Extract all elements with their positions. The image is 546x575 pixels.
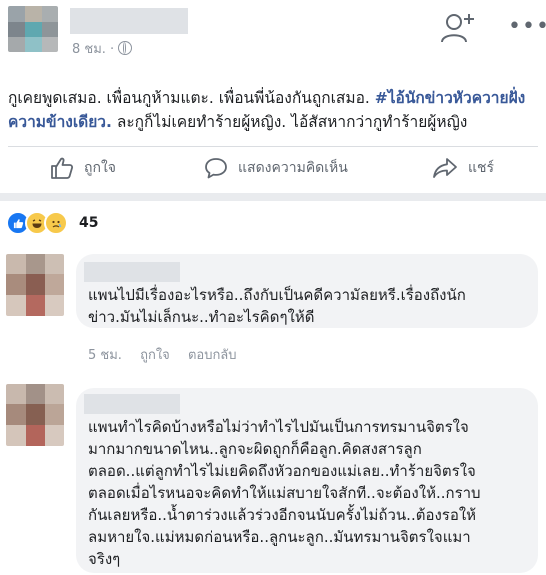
comment-like-link[interactable]: ถูกใจ — [140, 348, 170, 363]
comment-button[interactable]: แสดงความคิดเห็น — [204, 152, 348, 184]
reactions-summary[interactable]: 45 — [6, 210, 98, 236]
comment-time[interactable]: 5 ชม. — [88, 348, 122, 363]
reaction-count: 45 — [79, 215, 99, 231]
post-timestamp[interactable]: 8 ชม. · — [72, 38, 133, 59]
comment-text: แพนทำไรคิดบ้างหรือไม่ว่าทำไรไปมันเป็นการ… — [88, 418, 481, 568]
poster-avatar[interactable] — [8, 6, 58, 52]
section-gap — [0, 193, 546, 201]
comment-text: แพนไปมีเรื่องอะไรหรือ..ถึงกับเป็นคดีความ… — [88, 286, 466, 326]
poster-name-redacted[interactable] — [70, 8, 188, 34]
commenter-name-redacted[interactable] — [84, 394, 180, 414]
comment-reply-link[interactable]: ตอบกลับ — [188, 348, 237, 363]
post-text: กูเคยพูดเสมอ. เพื่อนกูห้ามแตะ. เพื่อนพี่… — [8, 89, 526, 131]
share-button[interactable]: แชร์ — [432, 152, 494, 184]
share-icon — [433, 158, 457, 178]
more-icon[interactable]: ••• — [508, 14, 546, 39]
post-card: 8 ชม. · ••• กูเคยพูดเสมอ. เพื่อนกูห้ามแต… — [0, 0, 546, 193]
thumbs-up-icon — [51, 157, 74, 179]
add-friend-icon[interactable] — [440, 12, 476, 44]
commenter-name-redacted[interactable] — [84, 262, 180, 282]
sad-icon — [44, 211, 68, 235]
comment-meta: 5 ชม. ถูกใจ ตอบกลับ — [88, 344, 251, 365]
comment-icon — [205, 158, 227, 179]
globe-icon — [118, 41, 133, 55]
commenter-avatar[interactable] — [6, 254, 64, 316]
post-divider — [8, 146, 538, 147]
like-button[interactable]: ถูกใจ — [50, 152, 116, 184]
commenter-avatar[interactable] — [6, 384, 64, 446]
